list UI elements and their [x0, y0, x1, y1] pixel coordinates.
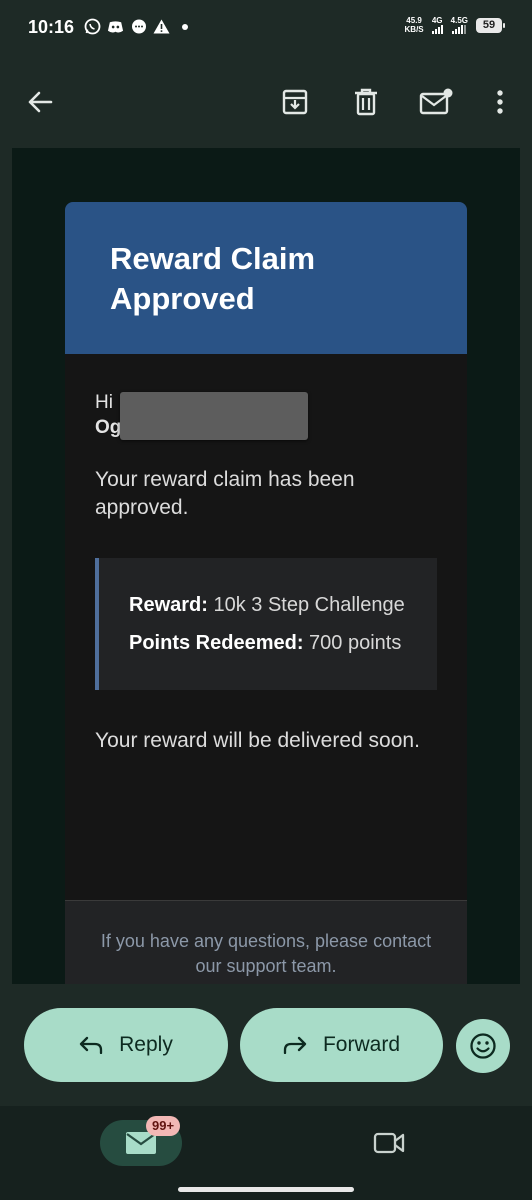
forward-icon	[283, 1036, 307, 1054]
mail-unread-icon	[419, 88, 453, 115]
email-content: Hi Og Your reward claim has been approve…	[65, 354, 467, 755]
more-vert-icon	[497, 90, 503, 114]
action-bar: Reply Forward	[0, 984, 532, 1106]
trash-icon	[355, 88, 377, 116]
reward-line: Reward: 10k 3 Step Challenge	[129, 592, 407, 618]
nav-meet-tab[interactable]	[372, 1128, 406, 1158]
points-value: 700 points	[309, 632, 402, 654]
status-bar: 10:16 45.9 KB/S 4G 4.5G 59	[0, 0, 532, 58]
approval-message: Your reward claim has been approved.	[95, 468, 355, 519]
forward-button[interactable]: Forward	[240, 1008, 443, 1082]
reply-button[interactable]: Reply	[24, 1008, 228, 1082]
redaction-box	[120, 392, 308, 440]
emoji-reaction-button[interactable]	[456, 1019, 510, 1073]
notification-icons	[84, 18, 193, 35]
discord-icon	[107, 18, 124, 35]
reward-value: 10k 3 Step Challenge	[213, 594, 405, 616]
signal-bars-icon	[431, 25, 443, 34]
greeting: Hi Og	[95, 390, 437, 440]
back-button[interactable]	[20, 82, 60, 122]
email-header-banner: Reward Claim Approved	[65, 202, 467, 354]
points-line: Points Redeemed: 700 points	[129, 630, 407, 656]
delete-button[interactable]	[346, 82, 386, 122]
reply-icon	[79, 1036, 103, 1054]
delivery-message: Your reward will be delivered soon.	[95, 729, 420, 752]
email-body-canvas: Reward Claim Approved Hi Og Your reward …	[12, 148, 520, 984]
warning-icon	[153, 18, 170, 35]
network-speed-value: 45.9	[406, 16, 422, 25]
status-time: 10:16	[28, 17, 75, 37]
more-options-button[interactable]	[480, 82, 520, 122]
archive-icon	[282, 89, 308, 115]
bottom-navigation: 99+	[0, 1106, 532, 1200]
video-camera-icon	[373, 1132, 405, 1154]
smiley-icon	[470, 1033, 496, 1059]
points-label: Points Redeemed:	[129, 632, 304, 654]
signal-4g-label: 4G	[431, 16, 443, 25]
signal-bars-icon	[452, 25, 467, 34]
gesture-handle[interactable]	[178, 1187, 354, 1192]
mail-unread-badge: 99+	[146, 1116, 181, 1136]
system-icons: 45.9 KB/S 4G 4.5G 59	[405, 16, 505, 34]
signal-45g-label: 4.5G	[450, 16, 468, 25]
back-arrow-icon	[28, 91, 53, 113]
whatsapp-icon	[84, 18, 101, 35]
email-title: Reward Claim Approved	[110, 241, 316, 316]
email-footer: If you have any questions, please contac…	[65, 900, 467, 984]
signal-4g: 4G	[431, 16, 443, 34]
reward-label: Reward:	[129, 594, 208, 616]
more-notifications-dot-icon	[176, 18, 193, 35]
reward-details-box: Reward: 10k 3 Step Challenge Points Rede…	[95, 558, 437, 690]
forward-label: Forward	[322, 1033, 401, 1056]
archive-button[interactable]	[275, 82, 315, 122]
battery-indicator: 59	[476, 17, 505, 33]
network-speed: 45.9 KB/S	[405, 16, 424, 34]
reply-label: Reply	[119, 1033, 173, 1056]
signal-45g: 4.5G	[451, 16, 468, 34]
chat-icon	[130, 18, 147, 35]
network-speed-unit: KB/S	[404, 25, 424, 34]
mark-unread-button[interactable]	[416, 82, 456, 122]
email-toolbar	[0, 58, 532, 148]
email-card: Reward Claim Approved Hi Og Your reward …	[65, 202, 467, 984]
